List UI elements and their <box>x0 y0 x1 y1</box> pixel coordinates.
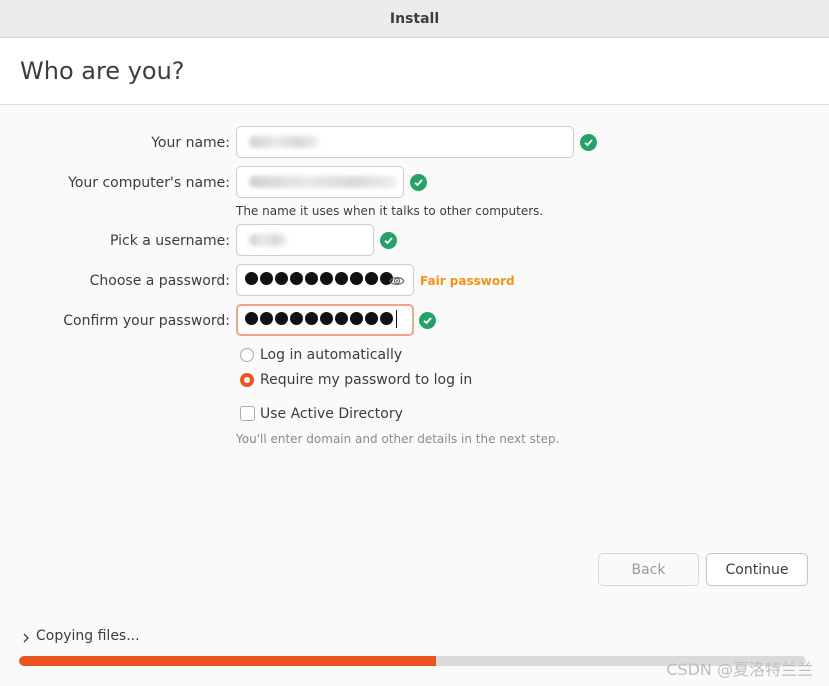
password-dot <box>275 312 288 325</box>
installer-window: Install Who are you? Your name: Your com… <box>0 0 829 686</box>
check-circle-icon <box>380 232 397 249</box>
password-mask <box>245 272 394 285</box>
username-label: Pick a username: <box>109 233 230 249</box>
text-cursor <box>396 310 397 328</box>
check-circle-icon <box>410 174 427 191</box>
password-dot <box>320 312 333 325</box>
password-strength: Fair password <box>420 274 515 288</box>
password-dot <box>350 272 363 285</box>
redacted-text <box>249 234 287 246</box>
active-directory-label[interactable]: Use Active Directory <box>260 406 403 422</box>
password-dot <box>365 272 378 285</box>
active-directory-hint: You'll enter domain and other details in… <box>236 432 560 446</box>
page-title: Who are you? <box>20 57 185 85</box>
title-bar: Install <box>0 0 829 38</box>
password-input[interactable] <box>236 264 414 296</box>
username-input[interactable] <box>236 224 374 256</box>
password-dot <box>245 312 258 325</box>
window-title: Install <box>389 10 440 27</box>
password-dot <box>305 312 318 325</box>
password-dot <box>365 312 378 325</box>
password-label: Choose a password: <box>89 273 230 289</box>
redacted-text <box>249 136 319 148</box>
password-dot <box>260 312 273 325</box>
computer-name-hint: The name it uses when it talks to other … <box>236 204 544 218</box>
check-circle-icon <box>419 312 436 329</box>
require-password-radio[interactable] <box>240 373 254 387</box>
progress-fill <box>19 656 437 666</box>
computer-name-input[interactable] <box>236 166 404 198</box>
name-input[interactable] <box>236 126 574 158</box>
confirm-password-mask <box>245 310 397 328</box>
password-dot <box>290 312 303 325</box>
back-button[interactable]: Back <box>598 553 699 586</box>
login-automatically-radio[interactable] <box>240 348 254 362</box>
password-dot <box>320 272 333 285</box>
redacted-text <box>249 176 397 188</box>
password-dot <box>290 272 303 285</box>
password-dot <box>335 312 348 325</box>
password-dot <box>275 272 288 285</box>
password-dot <box>380 312 393 325</box>
computer-name-label: Your computer's name: <box>68 175 230 191</box>
password-dot <box>350 312 363 325</box>
confirm-password-input[interactable] <box>236 304 414 336</box>
chevron-right-icon[interactable] <box>22 633 30 643</box>
require-password-label[interactable]: Require my password to log in <box>260 372 472 388</box>
name-label: Your name: <box>151 135 230 151</box>
progress-label: Copying files... <box>36 628 140 644</box>
header-area: Who are you? <box>0 38 829 105</box>
password-dot <box>335 272 348 285</box>
watermark: CSDN @夏洛特兰兰 <box>666 660 813 679</box>
eye-icon[interactable] <box>389 273 405 289</box>
password-dot <box>245 272 258 285</box>
password-dot <box>305 272 318 285</box>
login-automatically-label[interactable]: Log in automatically <box>260 347 402 363</box>
password-dot <box>260 272 273 285</box>
continue-button[interactable]: Continue <box>706 553 808 586</box>
confirm-password-label: Confirm your password: <box>63 313 230 329</box>
check-circle-icon <box>580 134 597 151</box>
active-directory-checkbox[interactable] <box>240 406 255 421</box>
